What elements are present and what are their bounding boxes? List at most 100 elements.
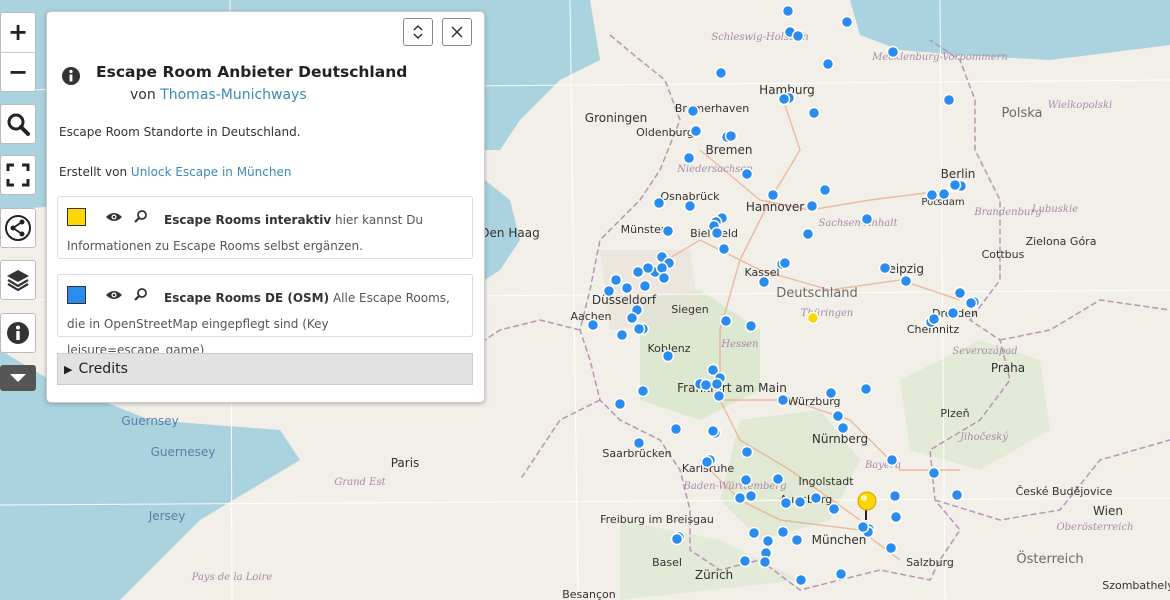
escape-room-marker[interactable]: [948, 178, 962, 192]
escape-room-marker[interactable]: [631, 265, 645, 279]
escape-room-marker[interactable]: [946, 306, 960, 320]
collapse-panel-button[interactable]: [403, 18, 433, 46]
escape-room-marker[interactable]: [807, 106, 821, 120]
escape-room-marker[interactable]: [964, 296, 978, 310]
escape-room-marker[interactable]: [700, 455, 714, 469]
escape-room-marker[interactable]: [790, 533, 804, 547]
escape-room-marker[interactable]: [834, 567, 848, 581]
search-button[interactable]: [0, 104, 36, 144]
escape-room-marker[interactable]: [632, 436, 646, 450]
escape-room-marker[interactable]: [781, 4, 795, 18]
escape-room-marker[interactable]: [771, 472, 785, 486]
escape-room-marker[interactable]: [886, 45, 900, 59]
close-panel-button[interactable]: [442, 18, 472, 46]
escape-room-marker[interactable]: [744, 319, 758, 333]
escape-room-marker[interactable]: [699, 378, 713, 392]
escape-room-marker[interactable]: [831, 409, 845, 423]
layers-button[interactable]: [0, 260, 36, 300]
escape-room-marker[interactable]: [827, 502, 841, 516]
escape-room-marker[interactable]: [738, 554, 752, 568]
escape-room-marker[interactable]: [625, 311, 639, 325]
escape-room-marker[interactable]: [719, 314, 733, 328]
escape-room-marker[interactable]: [686, 104, 700, 118]
info-button[interactable]: [0, 313, 36, 353]
escape-room-marker[interactable]: [791, 29, 805, 43]
escape-room-marker[interactable]: [717, 242, 731, 256]
escape-room-marker[interactable]: [889, 510, 903, 524]
escape-room-marker[interactable]: [860, 212, 874, 226]
escape-room-marker[interactable]: [761, 534, 775, 548]
escape-room-marker[interactable]: [706, 424, 720, 438]
escape-room-marker[interactable]: [682, 151, 696, 165]
zoom-out-button[interactable]: −: [0, 51, 36, 92]
escape-room-marker[interactable]: [661, 349, 675, 363]
escape-room-marker[interactable]: [779, 496, 793, 510]
escape-room-marker[interactable]: [602, 284, 616, 298]
escape-room-marker[interactable]: [670, 532, 684, 546]
escape-room-marker[interactable]: [942, 93, 956, 107]
escape-room-marker[interactable]: [740, 167, 754, 181]
escape-room-marker[interactable]: [757, 275, 771, 289]
layer-name[interactable]: Escape Rooms DE (OSM): [164, 291, 329, 305]
escape-room-marker[interactable]: [794, 573, 808, 587]
interactive-escape-room-marker[interactable]: [806, 311, 820, 325]
escape-room-marker[interactable]: [636, 384, 650, 398]
escape-room-marker[interactable]: [927, 466, 941, 480]
escape-room-marker[interactable]: [766, 188, 780, 202]
escape-room-marker[interactable]: [683, 199, 697, 213]
escape-room-marker[interactable]: [669, 422, 683, 436]
escape-room-marker[interactable]: [714, 66, 728, 80]
escape-room-marker[interactable]: [710, 377, 724, 391]
escape-room-marker[interactable]: [927, 312, 941, 326]
creator-link[interactable]: Unlock Escape in München: [131, 165, 292, 179]
escape-room-marker[interactable]: [638, 279, 652, 293]
escape-room-marker[interactable]: [950, 488, 964, 502]
escape-room-marker[interactable]: [801, 227, 815, 241]
escape-room-marker[interactable]: [859, 382, 873, 396]
escape-room-marker[interactable]: [613, 397, 627, 411]
share-button[interactable]: [0, 208, 36, 248]
escape-room-marker[interactable]: [937, 187, 951, 201]
escape-room-marker[interactable]: [733, 491, 747, 505]
escape-room-marker[interactable]: [615, 328, 629, 342]
escape-room-marker[interactable]: [824, 386, 838, 400]
escape-room-marker[interactable]: [809, 491, 823, 505]
escape-room-marker[interactable]: [878, 261, 892, 275]
layer-name[interactable]: Escape Rooms interaktiv: [164, 213, 331, 227]
escape-room-marker[interactable]: [776, 393, 790, 407]
escape-room-marker[interactable]: [632, 322, 646, 336]
escape-room-marker[interactable]: [793, 495, 807, 509]
escape-room-marker[interactable]: [712, 389, 726, 403]
fullscreen-button[interactable]: [0, 155, 36, 195]
escape-room-marker[interactable]: [953, 286, 967, 300]
escape-room-marker[interactable]: [740, 445, 754, 459]
escape-room-marker[interactable]: [856, 520, 870, 534]
escape-room-marker[interactable]: [655, 261, 669, 275]
escape-room-marker[interactable]: [652, 196, 666, 210]
escape-room-marker[interactable]: [925, 188, 939, 202]
escape-room-marker[interactable]: [778, 256, 792, 270]
escape-room-marker[interactable]: [818, 183, 832, 197]
escape-room-marker[interactable]: [776, 525, 790, 539]
escape-room-marker[interactable]: [758, 555, 772, 569]
escape-room-marker[interactable]: [657, 271, 671, 285]
escape-room-marker[interactable]: [899, 274, 913, 288]
escape-room-marker[interactable]: [885, 453, 899, 467]
escape-room-marker[interactable]: [805, 199, 819, 213]
escape-room-marker[interactable]: [739, 473, 753, 487]
escape-room-marker[interactable]: [710, 226, 724, 240]
escape-room-marker[interactable]: [888, 489, 902, 503]
escape-room-marker[interactable]: [884, 541, 898, 555]
escape-room-marker[interactable]: [586, 318, 600, 332]
escape-room-marker[interactable]: [840, 15, 854, 29]
zoom-in-button[interactable]: +: [0, 13, 36, 52]
escape-room-marker[interactable]: [836, 421, 850, 435]
author-link[interactable]: Thomas-Munichways: [160, 87, 306, 103]
escape-room-marker[interactable]: [689, 124, 703, 138]
escape-room-marker[interactable]: [661, 224, 675, 238]
escape-room-marker[interactable]: [821, 57, 835, 71]
escape-room-marker[interactable]: [744, 489, 758, 503]
escape-room-marker[interactable]: [724, 129, 738, 143]
credits-toggle[interactable]: ▶ Credits: [57, 353, 473, 385]
escape-room-marker[interactable]: [609, 273, 623, 287]
